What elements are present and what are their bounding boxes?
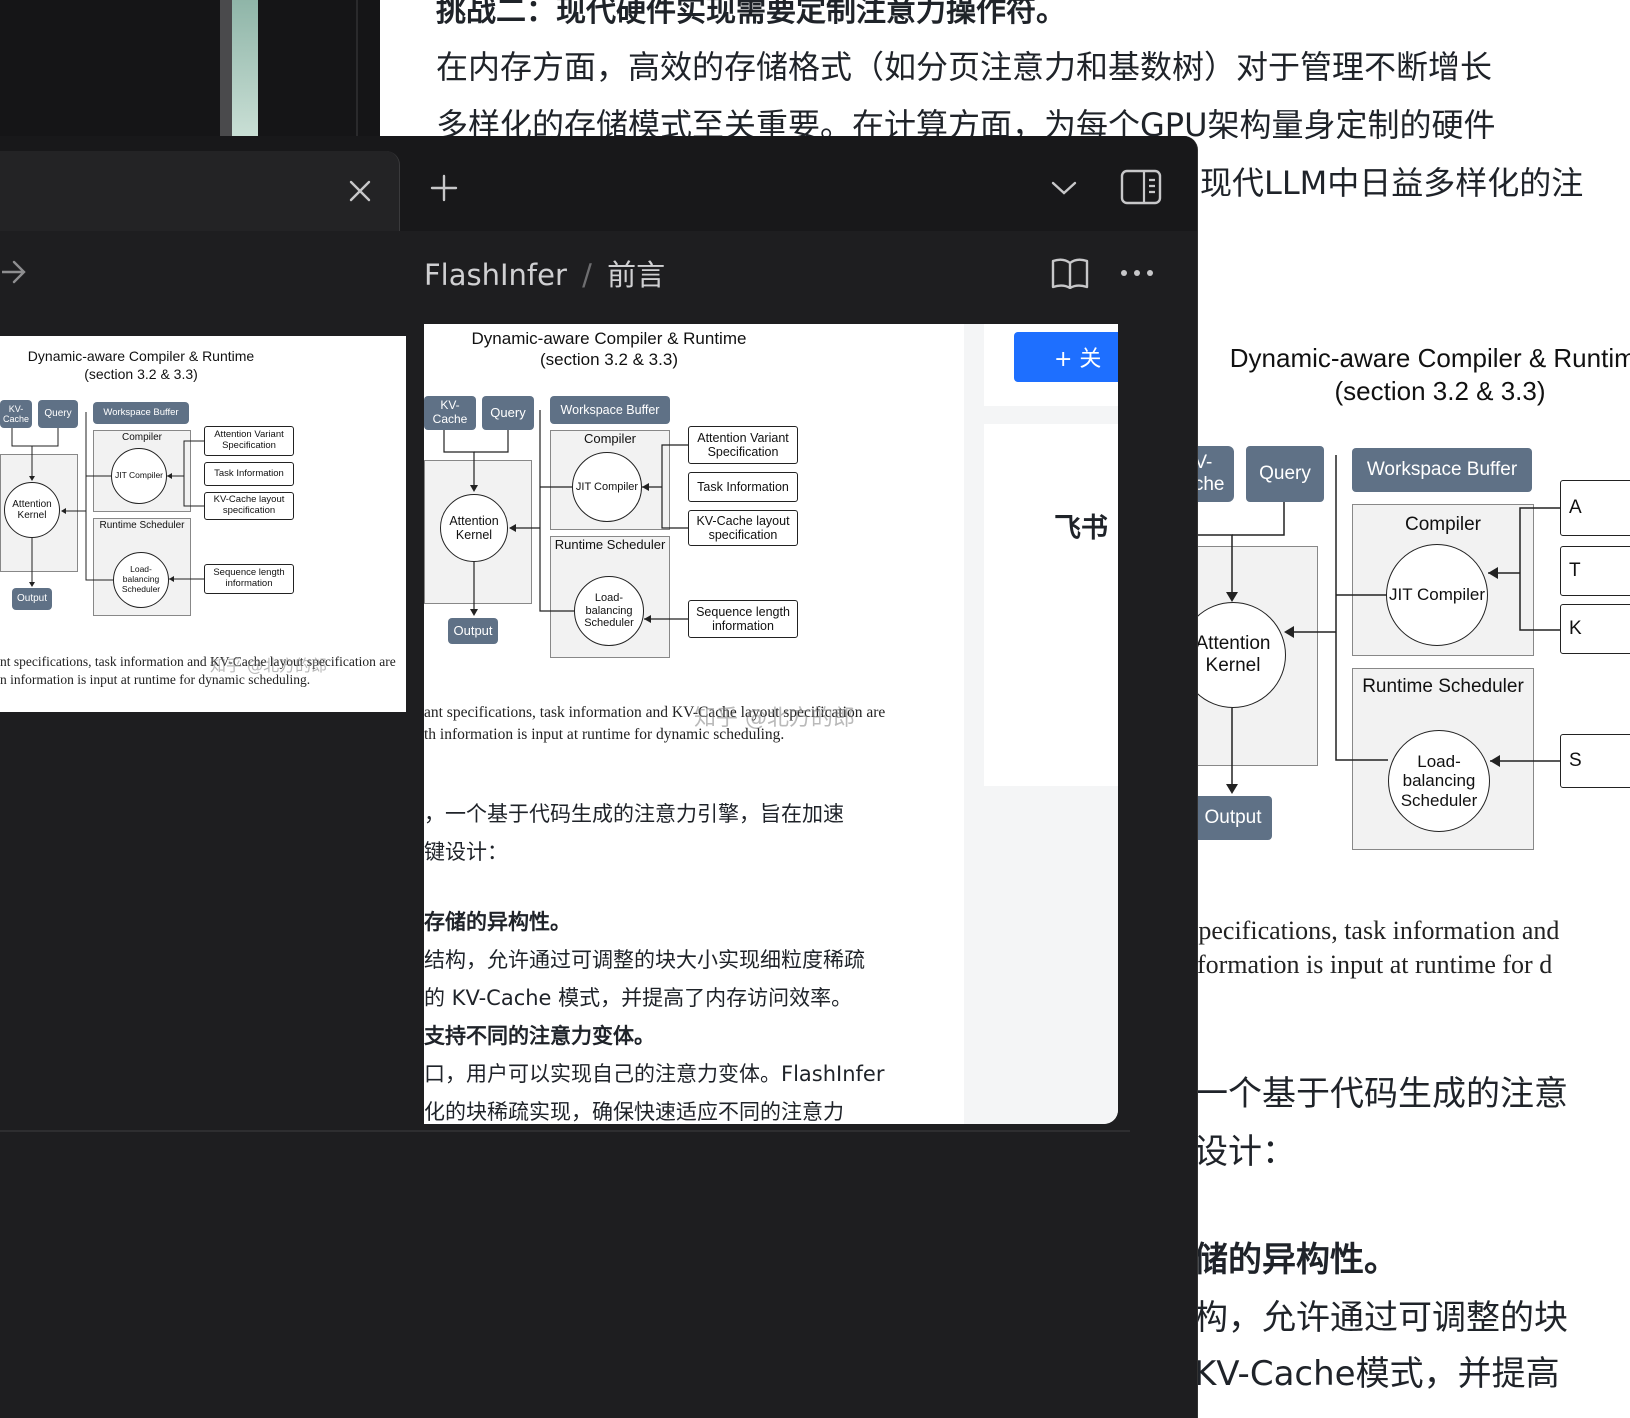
bg-figure-caption: ant specifications, task information and	[1150, 916, 1560, 945]
background-stripe	[232, 0, 258, 136]
watermark: 知乎 @北方的郎	[210, 656, 328, 675]
breadcrumb-root[interactable]: FlashInfer	[424, 258, 567, 292]
background-stripe	[220, 0, 232, 136]
popup-window: FlashInfer / 前言 Dynamic-aware Compiler &…	[0, 136, 1198, 1418]
divider	[0, 1130, 1130, 1132]
sidebar-toggle-icon[interactable]	[1116, 162, 1166, 212]
diagram-connectors	[11, 412, 204, 587]
sidebar-card: + 关	[984, 324, 1118, 406]
article-bold-text: 支持不同的注意力变体。	[424, 1024, 655, 1048]
doc-paragraph: 在内存方面，高效的存储格式（如分页注意力和基数树）对于管理不断增长	[436, 48, 1493, 86]
article-text: 结构，允许通过可调整的块大小实现细粒度稀疏	[424, 948, 865, 972]
breadcrumb-separator: /	[582, 258, 592, 292]
doc-paragraph: 结构，允许通过可调整的块	[1160, 1298, 1568, 1338]
background-divider	[356, 0, 358, 136]
more-icon[interactable]	[1112, 250, 1162, 296]
article-panel: Dynamic-aware Compiler & Runtime (section…	[424, 324, 1118, 1124]
diagram-connectors	[1195, 455, 1560, 794]
left-preview-image: Dynamic-aware Compiler & Runtime (section…	[0, 336, 406, 712]
background-diagram: Dynamic-aware Compiler & Runtime (section…	[1160, 330, 1630, 870]
article-text: 键设计：	[424, 840, 508, 864]
tab-bar	[0, 136, 1197, 231]
doc-paragraph: ，一个基于代码生成的注意	[1160, 1074, 1568, 1114]
bg-figure-caption: th information is input at runtime for d	[1150, 950, 1553, 979]
follow-button[interactable]: + 关	[1014, 332, 1118, 382]
arrow-right-icon[interactable]	[0, 248, 30, 296]
article-text: ，一个基于代码生成的注意力引擎，旨在加速	[424, 802, 844, 826]
article-text: 化的块稀疏实现，确保快速适应不同的注意力	[424, 1100, 844, 1124]
feishu-label: 飞书	[1054, 513, 1108, 544]
diagram-connectors	[443, 410, 688, 623]
sidebar-card: 飞书	[984, 424, 1118, 786]
left-figure-caption: nt specifications, task information and …	[0, 654, 396, 669]
plus-icon[interactable]	[420, 164, 468, 212]
breadcrumb-page[interactable]: 前言	[607, 258, 665, 292]
article-text: 口，用户可以实现自己的注意力变体。FlashInfer	[424, 1062, 885, 1086]
background-dark-panel	[0, 0, 380, 136]
doc-paragraph: 现代LLM中日益多样化的注	[1200, 164, 1584, 202]
article-sidebar: + 关 飞书	[964, 324, 1118, 1124]
article-content: Dynamic-aware Compiler & Runtime (section…	[424, 324, 964, 1124]
doc-heading: 挑战二：现代硬件实现需要定制注意力操作符。	[436, 0, 1066, 29]
doc-paragraph: 的KV-Cache模式，并提高	[1160, 1354, 1560, 1394]
article-bold-text: 存储的异构性。	[424, 910, 571, 934]
breadcrumb: FlashInfer / 前言	[424, 252, 665, 294]
article-text: 的 KV-Cache 模式，并提高了内存访问效率。	[424, 986, 853, 1010]
close-icon[interactable]	[336, 169, 384, 213]
watermark: 知乎 @北方的郎	[694, 706, 855, 731]
book-icon[interactable]	[1046, 250, 1094, 296]
chevron-down-icon[interactable]	[1040, 166, 1088, 210]
active-tab[interactable]	[0, 151, 400, 231]
